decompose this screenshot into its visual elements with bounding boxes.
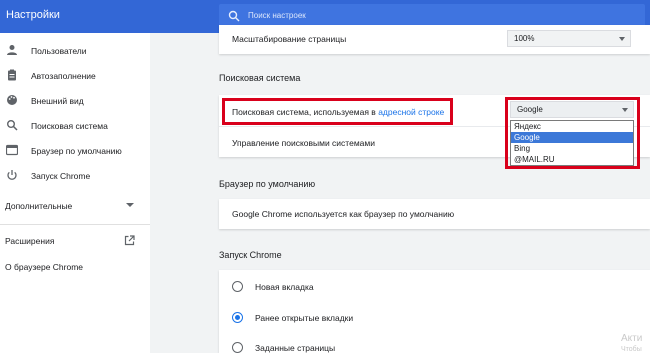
palette-icon [7,95,17,105]
appearance-card: Масштабирование страницы 100% [219,25,650,54]
power-icon [7,170,17,180]
sidebar-item-appearance[interactable]: Внешний вид [0,92,150,110]
search-icon [228,10,240,22]
sidebar-item-autofill[interactable]: Автозаполнение [0,67,150,85]
startup-title: Запуск Chrome [219,250,282,260]
zoom-label: Масштабирование страницы [232,34,347,44]
startup-card: Новая вкладка Ранее открытые вкладки Зад… [219,270,650,353]
sidebar-item-about[interactable]: О браузере Chrome [0,258,150,276]
sidebar-item-label: Автозаполнение [31,71,96,81]
highlight-frame-label [222,98,453,125]
sidebar-advanced-toggle[interactable]: Дополнительные [0,197,150,215]
default-browser-card: Google Chrome используется как браузер п… [219,199,650,229]
watermark-text: Чтобы [621,346,642,353]
sidebar-advanced-label: Дополнительные [5,201,73,211]
radio-new-tab[interactable] [232,281,243,292]
person-icon [7,45,17,55]
zoom-value: 100% [514,34,535,43]
startup-option-label: Заданные страницы [255,343,336,353]
watermark-text: Акти [621,333,643,344]
sidebar-item-label: Поисковая система [31,121,108,131]
browser-icon [6,144,18,156]
app-title: Настройки [6,9,60,21]
sidebar-item-label: Пользователи [31,46,87,56]
search-icon [7,120,18,131]
sidebar-item-label: О браузере Chrome [5,262,84,272]
sidebar-item-extensions[interactable]: Расширения [0,232,150,250]
sidebar-divider [0,224,150,225]
sidebar-item-default-browser[interactable]: Браузер по умолчанию [0,142,150,160]
startup-option-label: Ранее открытые вкладки [255,313,354,323]
radio-continue-tabs[interactable] [232,312,243,323]
startup-option-label: Новая вкладка [255,282,314,292]
sidebar: Пользователи Автозаполнение Внешний вид … [0,33,150,353]
chevron-down-icon [126,203,134,207]
open-in-new-icon [124,235,135,246]
sidebar-item-label: Браузер по умолчанию [31,146,122,156]
sidebar-item-startup[interactable]: Запуск Chrome [0,167,150,185]
highlight-frame-dropdown [505,97,640,169]
manage-search-engines-link[interactable]: Управление поисковыми системами [232,138,375,148]
sidebar-item-label: Расширения [5,236,55,246]
clipboard-icon [8,69,16,81]
search-engine-title: Поисковая система [219,73,301,83]
sidebar-item-label: Запуск Chrome [31,171,91,181]
chevron-down-icon [619,37,625,41]
default-browser-title: Браузер по умолчанию [219,179,316,189]
sidebar-item-search-engine[interactable]: Поисковая система [0,117,150,135]
default-browser-status: Google Chrome используется как браузер п… [232,209,455,219]
search-placeholder: Поиск настроек [248,11,306,20]
zoom-select[interactable]: 100% [507,30,631,47]
sidebar-item-users[interactable]: Пользователи [0,42,150,60]
radio-specific-pages[interactable] [232,342,243,353]
sidebar-item-label: Внешний вид [31,96,84,106]
